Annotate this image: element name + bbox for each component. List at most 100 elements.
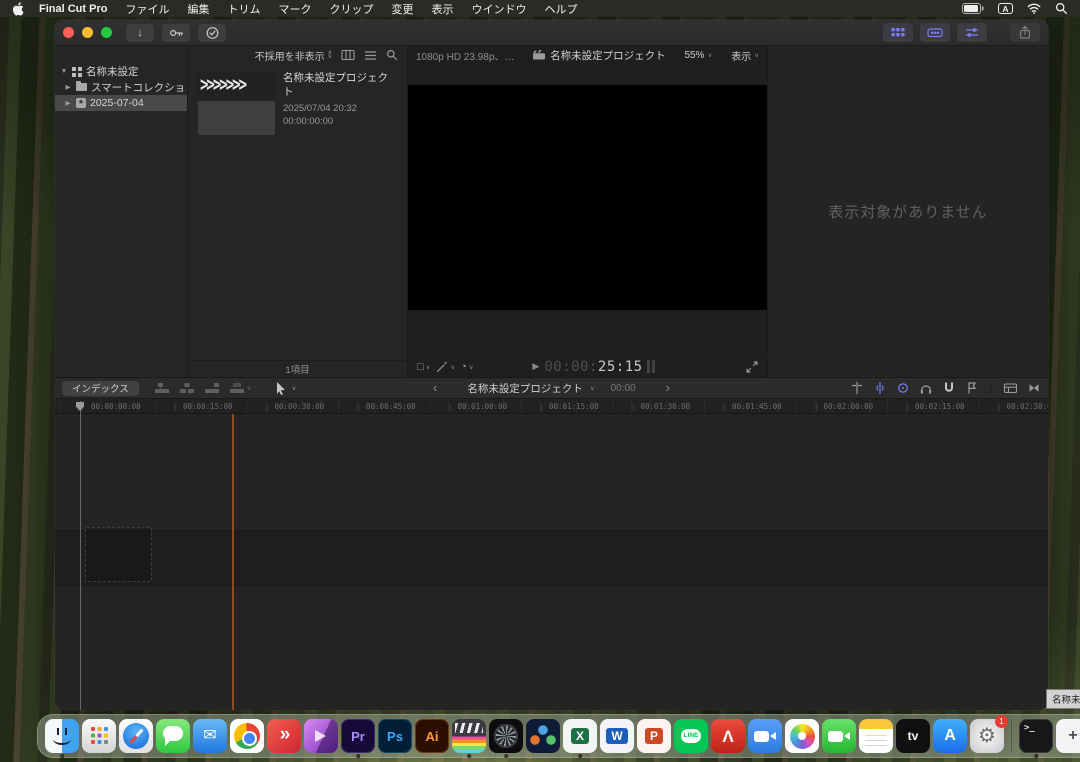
index-button[interactable]: インデックス bbox=[62, 381, 139, 396]
timeline-ruler[interactable]: 00:00:00:0000:00:15:0000:00:30:0000:00:4… bbox=[55, 399, 1048, 414]
retime-dropdown[interactable]: ◔∨ bbox=[460, 361, 473, 373]
skimming-toggle-icon[interactable] bbox=[850, 381, 864, 395]
fullscreen-icon[interactable] bbox=[746, 361, 758, 373]
search-icon[interactable] bbox=[386, 49, 398, 61]
background-tasks-button[interactable] bbox=[198, 24, 226, 42]
solo-toggle-icon[interactable] bbox=[896, 381, 910, 395]
timeline-project-dropdown[interactable]: 名称未設定プロジェクト bbox=[467, 381, 583, 396]
dock-terminal-icon[interactable]: >_ bbox=[1019, 719, 1053, 753]
dock-affinity-photo-icon[interactable] bbox=[304, 719, 338, 753]
tool-selector-dropdown[interactable]: ∨ bbox=[274, 381, 296, 395]
disclosure-triangle-icon[interactable]: ▶ bbox=[64, 83, 72, 91]
disclosure-triangle-icon[interactable]: ▼ bbox=[60, 68, 68, 75]
dock-final-cut-pro-icon[interactable] bbox=[452, 719, 486, 753]
wifi-icon[interactable] bbox=[1027, 3, 1041, 14]
timeline-toggle-button[interactable] bbox=[920, 23, 950, 42]
timeline-tracks[interactable] bbox=[55, 414, 1048, 710]
clip-flag-icon[interactable] bbox=[965, 381, 978, 395]
keyword-editor-button[interactable] bbox=[162, 24, 190, 42]
share-button[interactable] bbox=[1010, 23, 1040, 42]
dock-apple-tv-icon[interactable]: tv bbox=[896, 719, 930, 753]
app-menu-title[interactable]: Final Cut Pro bbox=[30, 3, 116, 15]
dock-photos-icon[interactable] bbox=[785, 719, 819, 753]
menu-item[interactable]: 表示 bbox=[422, 1, 462, 17]
timeline-duration: 00:00 bbox=[611, 383, 636, 394]
close-window-button[interactable] bbox=[63, 27, 74, 38]
audio-meters[interactable] bbox=[647, 360, 655, 373]
list-view-icon[interactable] bbox=[364, 50, 377, 61]
play-button[interactable]: ▶ bbox=[532, 361, 539, 372]
minimize-window-button[interactable] bbox=[82, 27, 93, 38]
overwrite-clip-dropdown[interactable]: ∨ bbox=[229, 382, 252, 394]
dock-facetime-icon[interactable] bbox=[822, 719, 856, 753]
battery-icon[interactable] bbox=[962, 3, 984, 14]
project-clip-thumbnail[interactable]: >>>>>>> bbox=[198, 72, 275, 135]
menu-item[interactable]: ファイル bbox=[116, 1, 178, 17]
clip-metadata[interactable]: 名称未設定プロジェクト 2025/07/04 20:32 00:00:00:00 bbox=[283, 72, 389, 127]
dock-illustrator-icon[interactable]: Ai bbox=[415, 719, 449, 753]
menu-item[interactable]: ヘルプ bbox=[535, 1, 586, 17]
disclosure-triangle-icon[interactable]: ▶ bbox=[64, 99, 72, 107]
timeline-back-button[interactable]: ‹ bbox=[433, 383, 437, 393]
dock-utility-app-icon[interactable]: + bbox=[1056, 719, 1080, 753]
dock-chrome-icon[interactable] bbox=[230, 719, 264, 753]
clip-appearance-icon[interactable] bbox=[1003, 381, 1018, 395]
effects-bowtie-icon[interactable] bbox=[1027, 381, 1041, 395]
zoom-level-dropdown[interactable]: 55% ∨ bbox=[684, 50, 712, 61]
apple-menu-icon[interactable] bbox=[12, 2, 24, 16]
spotlight-icon[interactable] bbox=[1055, 2, 1068, 15]
dock-photoshop-icon[interactable]: Ps bbox=[378, 719, 412, 753]
snapping-toggle-icon[interactable] bbox=[942, 381, 956, 395]
import-arrow-icon: ↓ bbox=[137, 27, 143, 39]
menu-item[interactable]: トリム bbox=[218, 1, 269, 17]
dock-red-chevron-app-icon[interactable]: » bbox=[267, 719, 301, 753]
menu-item[interactable]: ウインドウ bbox=[462, 1, 535, 17]
dock-system-settings-icon[interactable]: ⚙ 1 bbox=[970, 719, 1004, 753]
browser-toggle-button[interactable] bbox=[883, 23, 913, 42]
playhead-line[interactable] bbox=[80, 401, 81, 710]
input-source-icon[interactable]: A bbox=[998, 3, 1013, 15]
sidebar-item-event[interactable]: ▶ ★ 2025-07-04 bbox=[55, 95, 187, 111]
menu-item[interactable]: 変更 bbox=[382, 1, 422, 17]
dock-finder-icon[interactable] bbox=[45, 719, 79, 753]
zoom-window-button[interactable] bbox=[101, 27, 112, 38]
format-info-label[interactable]: 1080p HD 23.98p、… bbox=[416, 48, 514, 63]
dock-app-store-icon[interactable]: A bbox=[933, 719, 967, 753]
crop-tool-dropdown[interactable]: □∨ bbox=[417, 361, 430, 373]
dock-excel-icon[interactable]: X bbox=[563, 719, 597, 753]
sidebar-item-library[interactable]: ▼ 名称未設定 bbox=[55, 64, 187, 80]
import-media-button[interactable]: ↓ bbox=[126, 24, 154, 42]
dock-premiere-pro-icon[interactable]: Pr bbox=[341, 719, 375, 753]
dock-powerpoint-icon[interactable]: P bbox=[637, 719, 671, 753]
dock-launchpad-icon[interactable] bbox=[82, 719, 116, 753]
connect-clip-icon[interactable] bbox=[154, 382, 170, 394]
menu-item[interactable]: 編集 bbox=[178, 1, 218, 17]
enhancements-dropdown[interactable]: ∨ bbox=[435, 360, 455, 373]
dock-mail-icon[interactable]: ✉ bbox=[193, 719, 227, 753]
headphones-icon[interactable] bbox=[919, 381, 933, 395]
insert-clip-icon[interactable] bbox=[179, 382, 195, 394]
sidebar-item-smart-collection[interactable]: ▶ スマートコレクション bbox=[55, 80, 187, 96]
dock-word-icon[interactable]: W bbox=[600, 719, 634, 753]
menu-item[interactable]: クリップ bbox=[320, 1, 382, 17]
hide-rejected-filter[interactable]: 不採用を非表示 ∧∨ bbox=[255, 48, 332, 63]
dock-compressor-icon[interactable] bbox=[489, 719, 523, 753]
video-canvas[interactable] bbox=[408, 85, 767, 310]
view-options-dropdown[interactable]: 表示 ∨ bbox=[731, 48, 759, 63]
dock-davinci-resolve-icon[interactable] bbox=[526, 719, 560, 753]
filmstrip-view-icon[interactable] bbox=[341, 49, 355, 61]
browser-item-count: 1項目 bbox=[188, 360, 407, 377]
clip-drop-placeholder[interactable] bbox=[85, 527, 152, 582]
inspector-toggle-button[interactable] bbox=[957, 23, 987, 42]
dock-safari-icon[interactable] bbox=[119, 719, 153, 753]
append-clip-icon[interactable] bbox=[204, 382, 220, 394]
dock-line-icon[interactable]: LINE bbox=[674, 719, 708, 753]
audio-skimming-toggle-icon[interactable] bbox=[873, 381, 887, 395]
timeline-forward-button[interactable]: › bbox=[666, 383, 670, 393]
dock-notes-icon[interactable] bbox=[859, 719, 893, 753]
dock-zoom-icon[interactable] bbox=[748, 719, 782, 753]
dock-messages-icon[interactable] bbox=[156, 719, 190, 753]
window-titlebar[interactable]: ↓ bbox=[55, 20, 1048, 46]
dock-acrobat-icon[interactable]: Λ bbox=[711, 719, 745, 753]
menu-item[interactable]: マーク bbox=[269, 1, 320, 17]
